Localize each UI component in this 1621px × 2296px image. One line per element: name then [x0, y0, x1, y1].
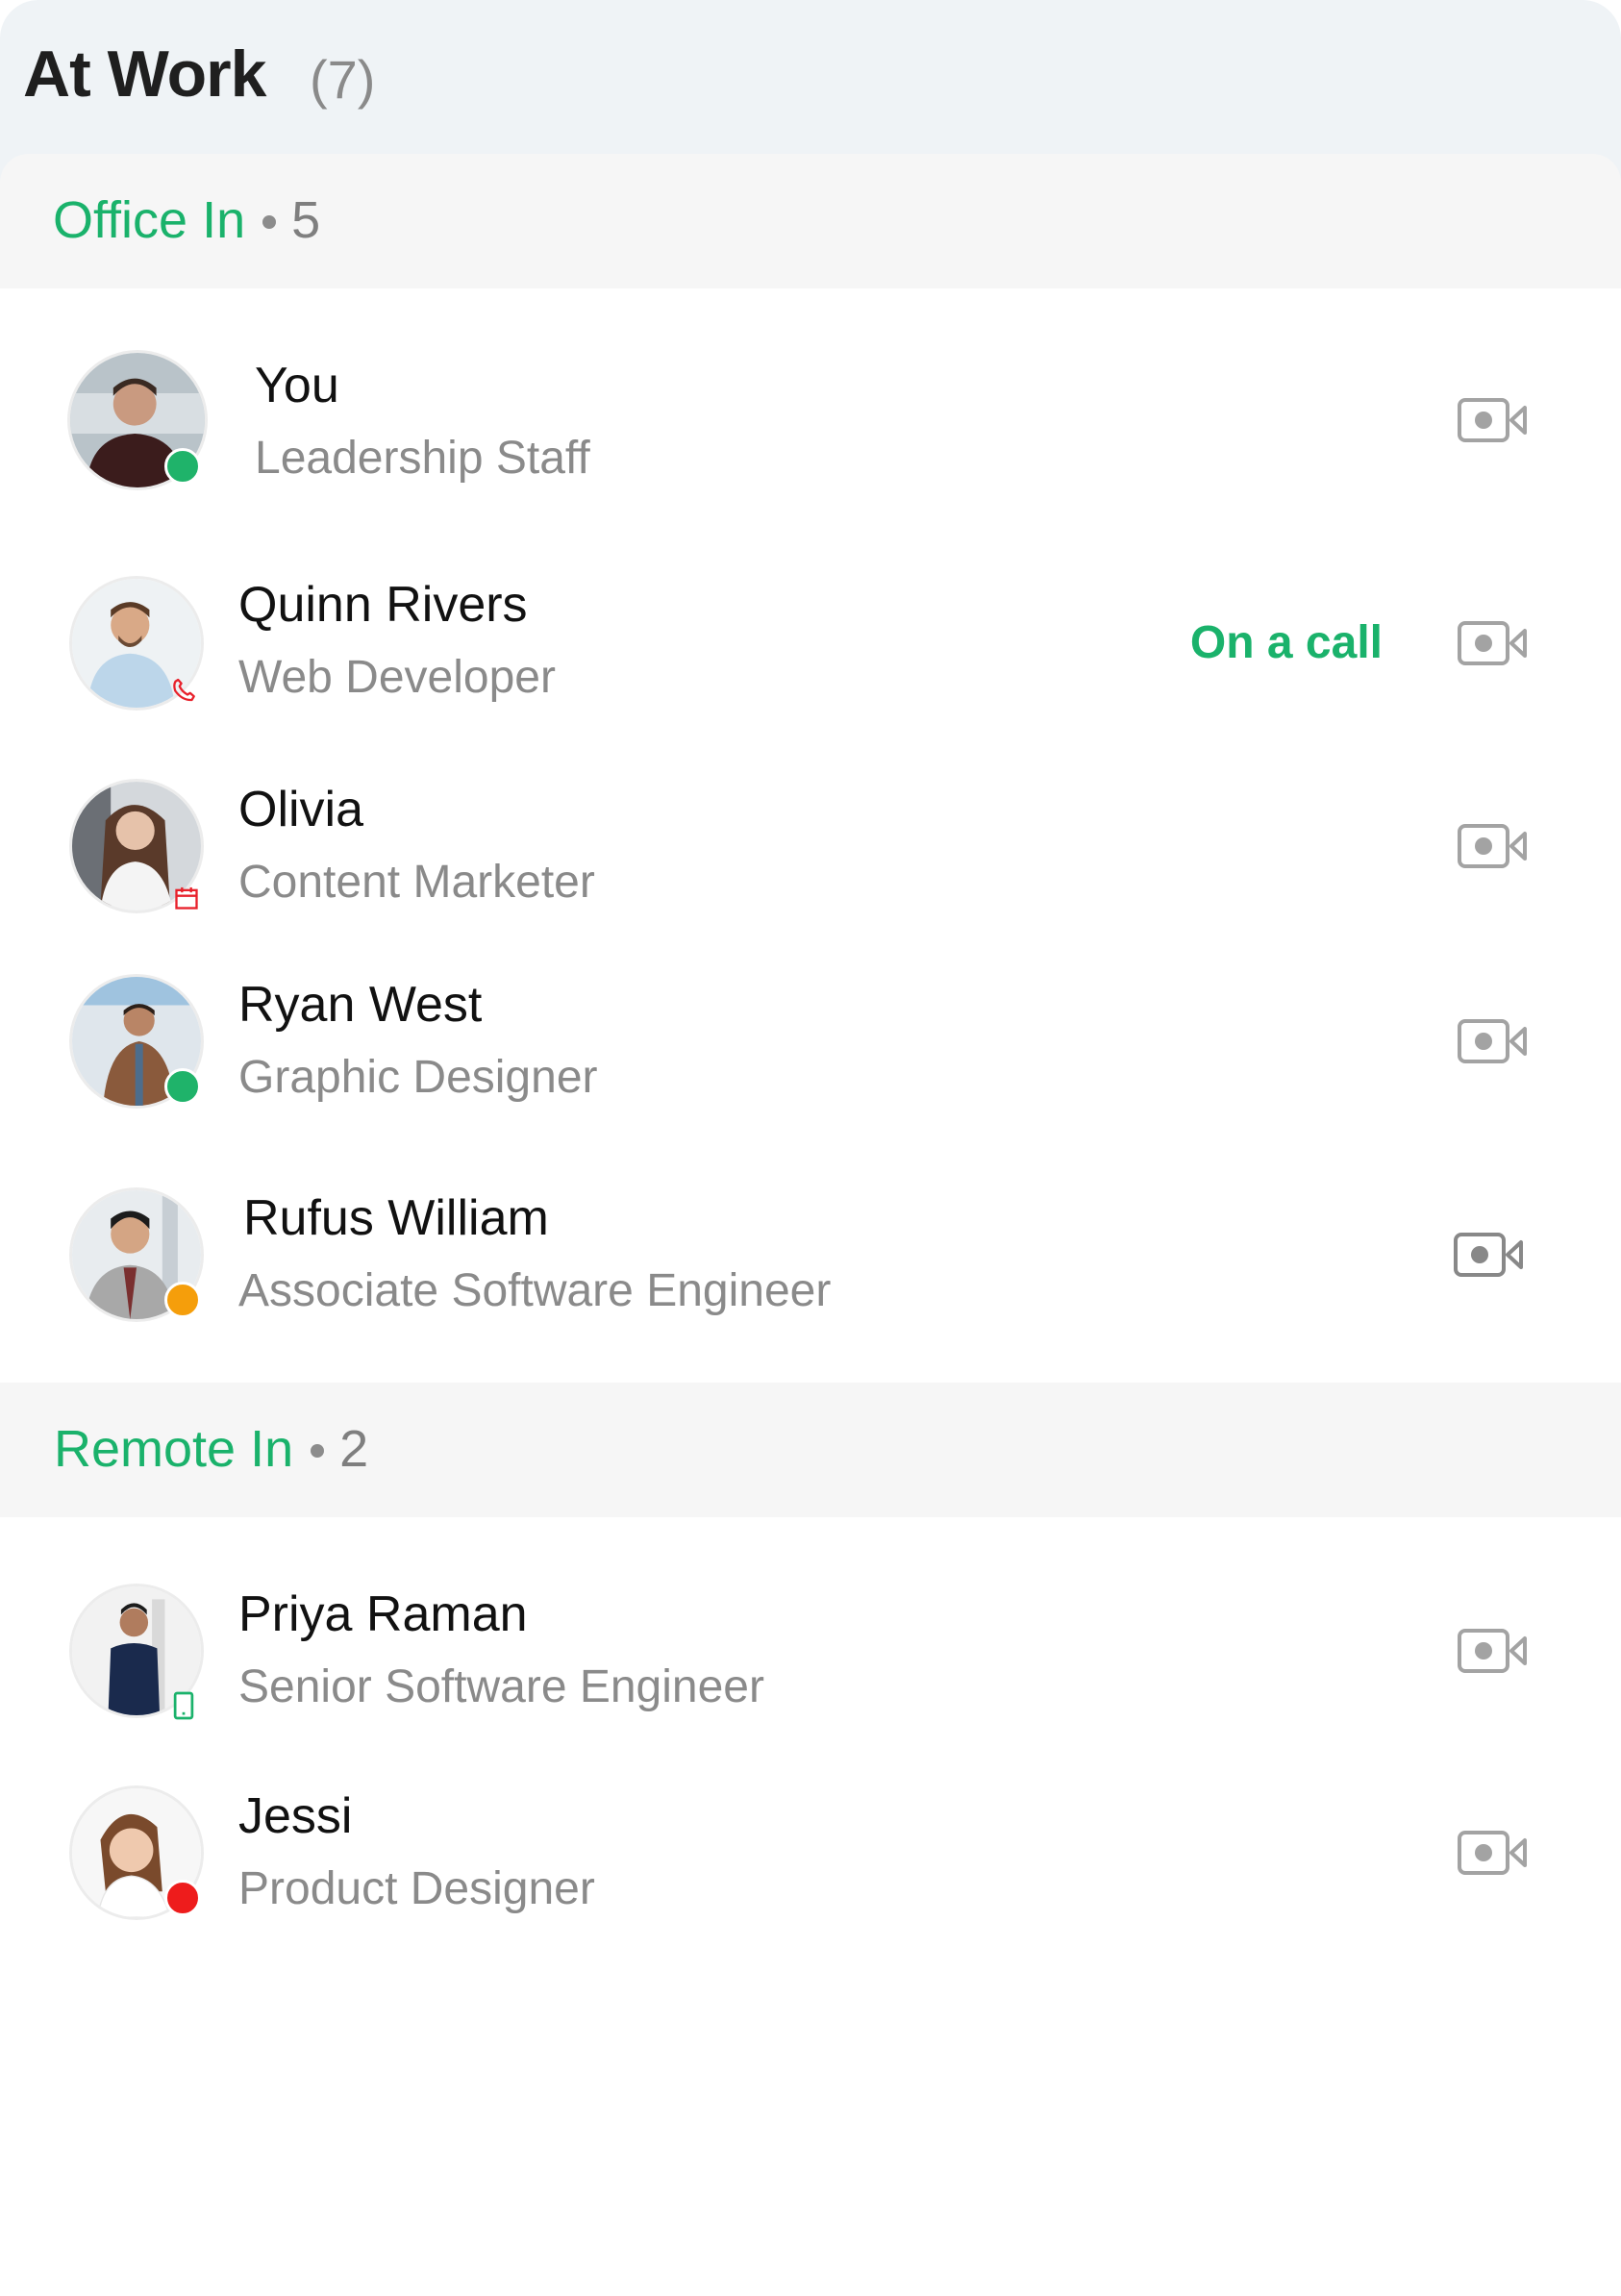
page-title: At Work	[23, 37, 266, 111]
person-name: Priya Raman	[238, 1586, 528, 1642]
person-role: Web Developer	[238, 652, 556, 703]
status-dot-busy	[164, 1880, 201, 1916]
section-remote-in-label: Remote In 2	[54, 1419, 368, 1479]
status-dot-online	[164, 448, 201, 485]
person-name: Ryan West	[238, 977, 483, 1033]
person-name: Quinn Rivers	[238, 577, 528, 633]
total-count: (7)	[310, 49, 376, 110]
person-row-rufus-william[interactable]: Rufus William Associate Software Enginee…	[0, 1159, 1621, 1351]
person-role: Content Marketer	[238, 857, 595, 908]
person-row-ryan-west[interactable]: Ryan West Graphic Designer	[0, 945, 1621, 1137]
video-camera-icon[interactable]	[1458, 398, 1529, 442]
status-dot-away	[164, 1282, 201, 1318]
person-name: Rufus William	[243, 1190, 549, 1246]
video-camera-icon[interactable]	[1458, 1019, 1529, 1063]
video-camera-icon[interactable]	[1454, 1233, 1525, 1277]
person-role: Graphic Designer	[238, 1052, 598, 1103]
separator-dot	[311, 1443, 325, 1458]
section-title: Office In	[53, 191, 246, 249]
person-role: Product Designer	[238, 1863, 595, 1914]
phone-icon	[173, 678, 195, 702]
person-row-olivia[interactable]: Olivia Content Marketer	[0, 750, 1621, 942]
person-role: Leadership Staff	[255, 433, 590, 484]
person-row-quinn-rivers[interactable]: Quinn Rivers Web Developer On a call	[0, 547, 1621, 739]
section-office-in-label: Office In 5	[53, 190, 320, 250]
video-camera-icon[interactable]	[1458, 1629, 1529, 1673]
section-title: Remote In	[54, 1420, 294, 1478]
video-camera-icon[interactable]	[1458, 621, 1529, 665]
person-row-you[interactable]: You Leadership Staff	[0, 324, 1621, 516]
section-count: 2	[339, 1420, 369, 1478]
section-count: 5	[291, 191, 321, 249]
person-role: Senior Software Engineer	[238, 1661, 764, 1712]
status-dot-online	[164, 1068, 201, 1105]
person-name: You	[255, 358, 339, 413]
calendar-icon	[175, 886, 198, 910]
activity-status: On a call	[1189, 617, 1383, 668]
video-camera-icon[interactable]	[1458, 824, 1529, 868]
section-office-in[interactable]: Office In 5	[0, 154, 1621, 288]
person-row-jessi[interactable]: Jessi Product Designer	[0, 1757, 1621, 1949]
person-name: Olivia	[238, 782, 364, 837]
video-camera-icon[interactable]	[1458, 1831, 1529, 1875]
person-name: Jessi	[238, 1788, 353, 1844]
person-role: Associate Software Engineer	[238, 1265, 832, 1316]
mobile-icon	[173, 1691, 194, 1720]
section-remote-in[interactable]: Remote In 2	[0, 1383, 1621, 1517]
person-row-priya-raman[interactable]: Priya Raman Senior Software Engineer	[0, 1555, 1621, 1747]
separator-dot	[262, 214, 277, 229]
